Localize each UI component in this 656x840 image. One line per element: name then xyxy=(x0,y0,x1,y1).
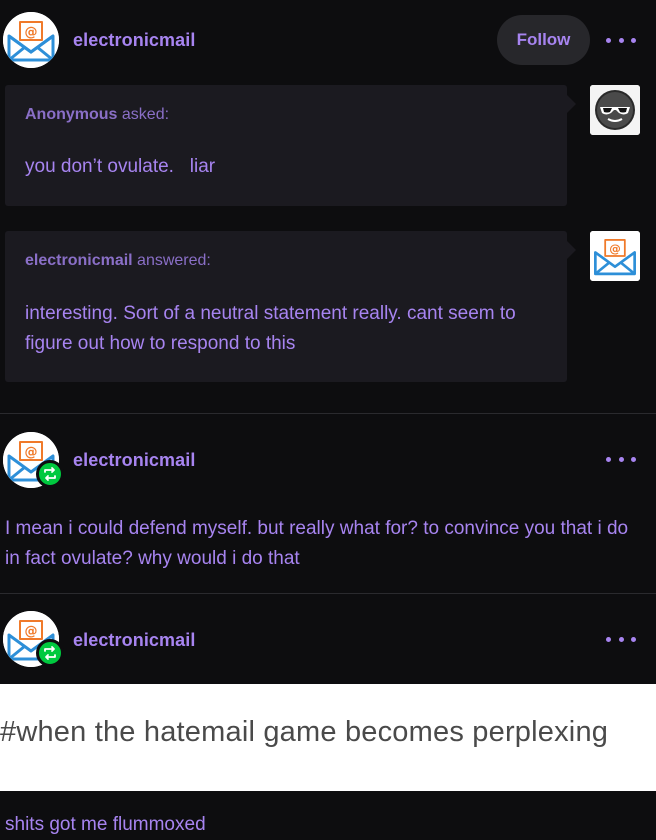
asker-avatar[interactable] xyxy=(590,85,640,135)
bubble-tail xyxy=(567,95,576,113)
answerer-avatar[interactable]: @ xyxy=(590,231,640,281)
divider xyxy=(0,413,656,414)
follow-button[interactable]: Follow xyxy=(497,15,590,65)
asker-name[interactable]: Anonymous xyxy=(25,106,117,123)
divider xyxy=(0,593,656,594)
reblog-author-name[interactable]: electronicmail xyxy=(73,630,195,651)
more-options-icon[interactable] xyxy=(606,631,636,647)
asked-label: asked: xyxy=(117,106,170,123)
reblog-comment: I mean i could defend myself. but really… xyxy=(5,518,629,569)
reblog-icon xyxy=(36,460,64,488)
ask-bubble: Anonymous asked: you don’t ovulate. liar xyxy=(5,85,576,206)
email-envelope-icon: @ xyxy=(3,12,59,68)
email-envelope-icon: @ xyxy=(590,231,640,281)
svg-text:@: @ xyxy=(25,25,38,40)
avatar[interactable]: @ xyxy=(3,12,59,68)
reblog-comment: shits got me flummoxed xyxy=(5,814,206,835)
bubble-tail xyxy=(567,241,576,259)
svg-text:@: @ xyxy=(25,624,38,639)
ask-question: you don’t ovulate. liar xyxy=(25,156,216,177)
answer-text: interesting. Sort of a neutral statement… xyxy=(25,303,516,354)
answer-bubble: electronicmail answered: interesting. So… xyxy=(5,231,576,382)
sunglasses-face-icon xyxy=(590,85,640,135)
answered-label: answered: xyxy=(132,252,211,269)
svg-text:@: @ xyxy=(609,241,621,255)
reblog-author-name[interactable]: electronicmail xyxy=(73,450,195,471)
more-options-icon[interactable] xyxy=(606,451,636,467)
more-options-icon[interactable] xyxy=(606,32,636,48)
post-author-name[interactable]: electronicmail xyxy=(73,30,195,51)
reblog-icon xyxy=(36,639,64,667)
tag-heading: #when the hatemail game becomes perplexi… xyxy=(0,716,609,748)
ask-header: Anonymous asked: xyxy=(25,106,169,124)
answerer-name[interactable]: electronicmail xyxy=(25,252,133,269)
answer-header: electronicmail answered: xyxy=(25,252,211,270)
svg-text:@: @ xyxy=(25,445,38,460)
